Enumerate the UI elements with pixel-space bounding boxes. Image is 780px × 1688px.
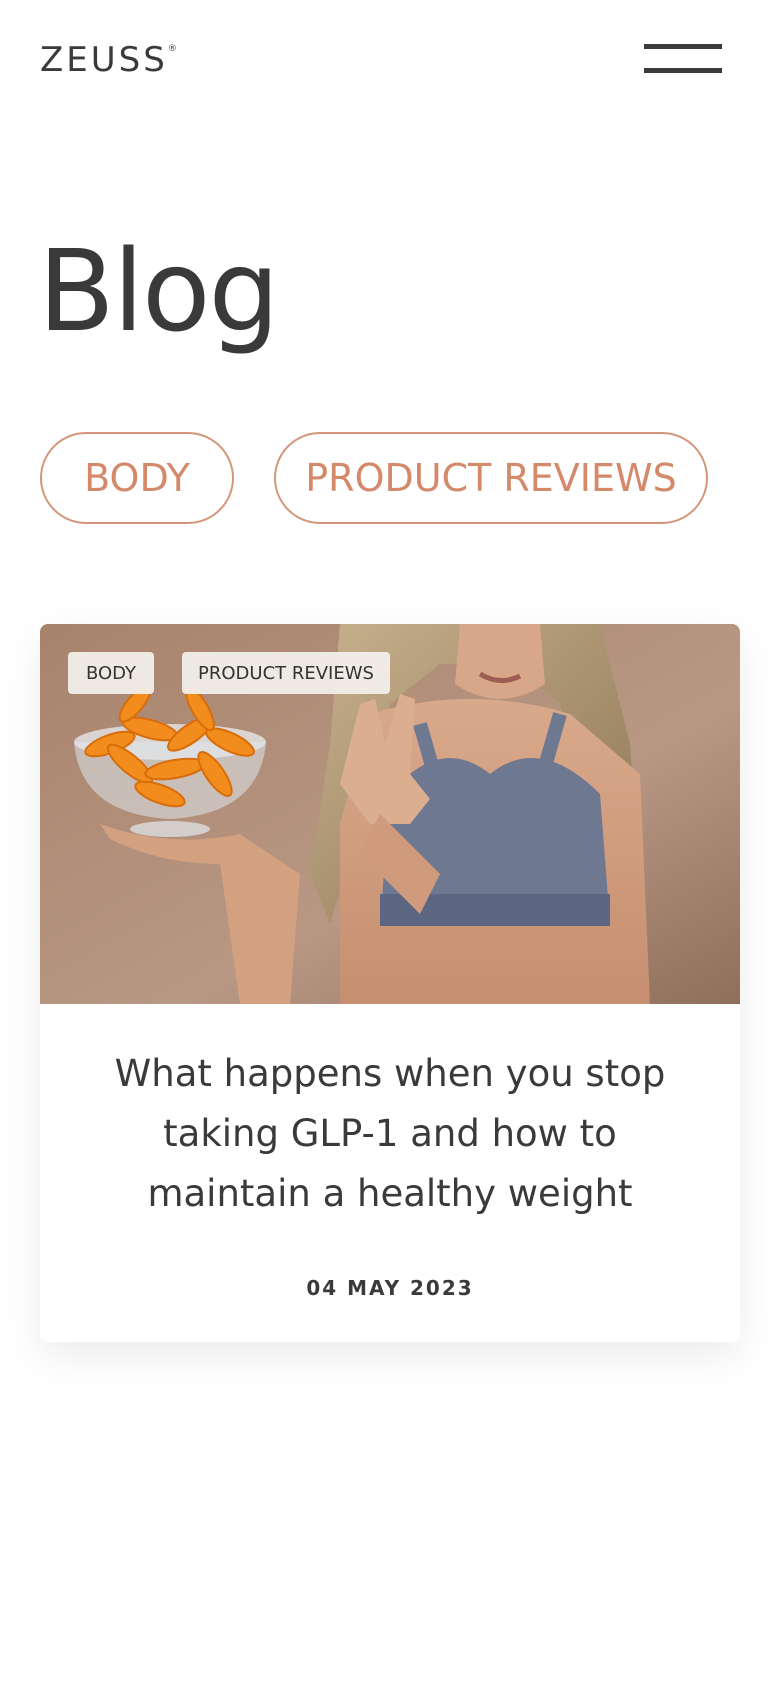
registered-mark: ® <box>167 44 177 54</box>
post-image[interactable]: BODY PRODUCT REVIEWS <box>40 624 740 1004</box>
post-title[interactable]: What happens when you stop taking GLP-1 … <box>76 1044 704 1224</box>
post-tag-body[interactable]: BODY <box>68 652 154 694</box>
menu-bar-top <box>644 44 722 49</box>
menu-bar-bottom <box>644 68 722 73</box>
filter-product-reviews-button[interactable]: PRODUCT REVIEWS <box>274 432 708 524</box>
filter-body-button[interactable]: BODY <box>40 432 234 524</box>
post-date: 04 MAY 2023 <box>306 1276 474 1300</box>
blog-post-card[interactable]: BODY PRODUCT REVIEWS What happens when y… <box>40 624 740 1342</box>
post-tag-product-reviews[interactable]: PRODUCT REVIEWS <box>182 652 390 694</box>
page-title: Blog <box>38 227 280 357</box>
site-header: ZEUSS ® <box>0 0 780 120</box>
hamburger-menu-icon[interactable] <box>644 44 722 76</box>
site-logo[interactable]: ZEUSS ® <box>40 40 177 80</box>
logo-text: ZEUSS <box>40 40 168 80</box>
